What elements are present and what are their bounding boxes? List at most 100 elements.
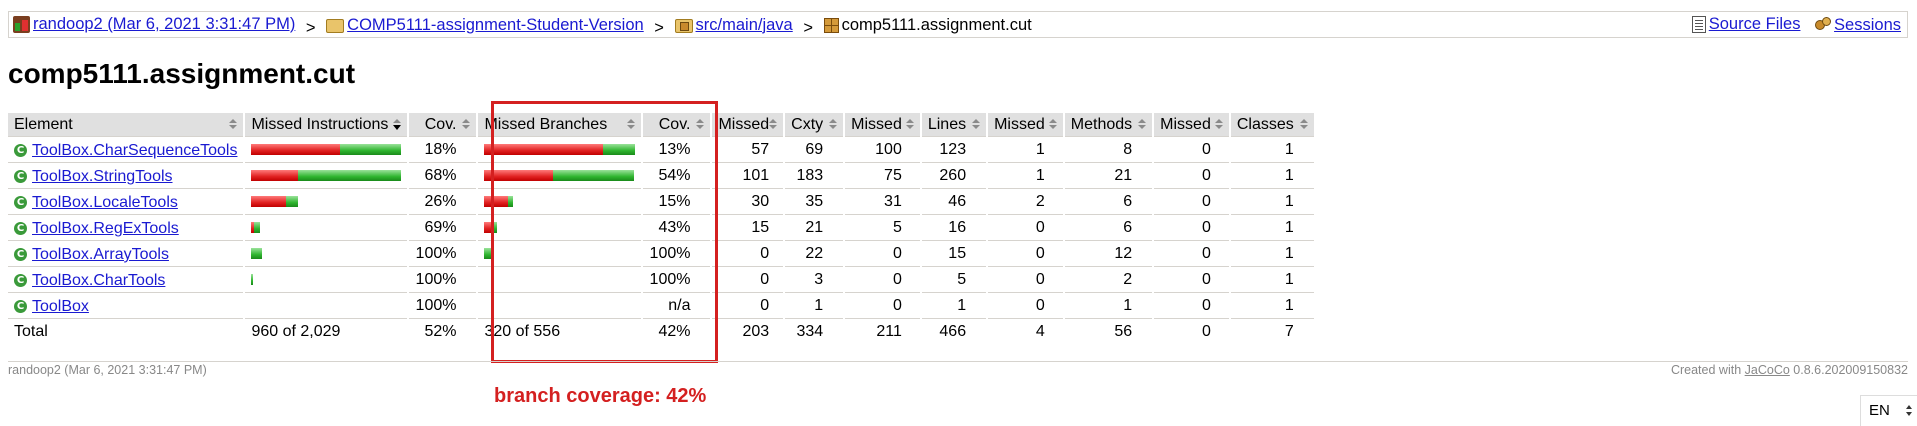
cxty-missed-cell: 0	[710, 240, 785, 267]
element-cell[interactable]: C ToolBox.LocaleTools	[8, 188, 245, 215]
missed-instructions-cell	[243, 214, 409, 241]
col-lines-missed[interactable]: Missed	[843, 113, 921, 137]
branches-coverage-bar	[484, 196, 514, 208]
classes-cell: 1	[1228, 214, 1314, 241]
col-classes-missed[interactable]: Missed	[1152, 113, 1230, 137]
col-methods[interactable]: Methods	[1062, 113, 1154, 137]
instr-cov-cell: 69%	[407, 214, 478, 241]
col-classes[interactable]: Classes	[1228, 113, 1314, 137]
missed-instructions-cell	[243, 162, 409, 189]
source-files-link[interactable]: Source Files	[1709, 12, 1801, 37]
methods-cell: 2	[1062, 266, 1154, 293]
lines-missed-cell: 0	[843, 240, 921, 267]
classes-cell: 1	[1228, 240, 1314, 267]
jacoco-link[interactable]: JaCoCo	[1745, 363, 1790, 377]
breadcrumb-source-folder[interactable]: src/main/java	[674, 13, 793, 38]
classes-missed-cell: 0	[1152, 162, 1230, 189]
lines-missed-cell: 0	[843, 266, 921, 293]
lines-cell: 15	[919, 240, 988, 267]
missed-branches-cell	[476, 188, 643, 215]
col-classes-label: Classes	[1236, 116, 1294, 133]
classes-missed-cell: 0	[1152, 292, 1230, 319]
element-link[interactable]: ToolBox.StringTools	[32, 165, 173, 188]
branches-coverage-bar	[484, 170, 635, 182]
col-classes-missed-label: Missed	[1160, 116, 1211, 133]
missed-bar-segment	[484, 196, 509, 208]
col-lines[interactable]: Lines	[919, 113, 988, 137]
col-missed-branches[interactable]: Missed Branches	[476, 113, 643, 137]
class-icon: C	[14, 222, 27, 235]
element-link[interactable]: ToolBox.RegExTools	[32, 217, 179, 240]
breadcrumb-separator: >	[803, 19, 813, 37]
breadcrumb-source-folder-link[interactable]: src/main/java	[696, 13, 793, 38]
source-files-link-group[interactable]: Source Files	[1691, 12, 1801, 37]
element-link[interactable]: ToolBox.ArrayTools	[32, 243, 169, 266]
classes-missed-cell: 0	[1152, 188, 1230, 215]
missed-instructions-cell	[243, 136, 409, 163]
element-link[interactable]: ToolBox	[32, 295, 89, 318]
branches-coverage-bar	[484, 248, 493, 260]
breadcrumb-project-link[interactable]: COMP5111-assignment-Student-Version	[347, 13, 644, 38]
sort-icon	[1048, 119, 1057, 130]
cxty-cell: 1	[783, 292, 845, 319]
element-link[interactable]: ToolBox.LocaleTools	[32, 191, 178, 214]
lines-cell: 5	[919, 266, 988, 293]
element-cell[interactable]: C ToolBox.ArrayTools	[8, 240, 245, 267]
missed-branches-cell	[476, 162, 643, 189]
branch-cov-cell: 43%	[641, 214, 712, 241]
table-row: C ToolBox 100% n/a 0 1 0 1 0 1 0 1	[8, 292, 1314, 319]
sort-icon	[905, 119, 914, 130]
sort-icon	[769, 119, 778, 130]
breadcrumb-project[interactable]: COMP5111-assignment-Student-Version	[326, 13, 644, 38]
element-cell[interactable]: C ToolBox.StringTools	[8, 162, 245, 189]
sessions-link[interactable]: Sessions	[1834, 13, 1901, 38]
table-row: C ToolBox.CharSequenceTools 18% 13% 57 69 100 1…	[8, 136, 1314, 163]
breadcrumb-session[interactable]: randoop2 (Mar 6, 2021 3:31:47 PM)	[13, 12, 295, 37]
missed-bar-segment	[484, 144, 604, 156]
sort-descending-icon	[393, 119, 402, 130]
element-cell[interactable]: C ToolBox.CharSequenceTools	[8, 136, 245, 163]
lines-cell: 1	[919, 292, 988, 319]
classes-cell: 1	[1228, 266, 1314, 293]
branch-coverage-annotation: branch coverage: 42%	[494, 385, 707, 407]
missed-instructions-cell	[243, 292, 409, 319]
sessions-link-group[interactable]: Sessions	[1815, 13, 1901, 38]
classes-missed-cell: 0	[1152, 266, 1230, 293]
table-row: C ToolBox.LocaleTools 26% 15% 30 35 31 46 2 6 0 1	[8, 188, 1314, 215]
col-lines-label: Lines	[927, 116, 967, 133]
element-cell[interactable]: C ToolBox.RegExTools	[8, 214, 245, 241]
instructions-coverage-bar	[251, 248, 263, 260]
col-missed-branches-label: Missed Branches	[484, 116, 608, 133]
col-methods-missed[interactable]: Missed	[986, 113, 1064, 137]
sort-icon	[1214, 119, 1223, 130]
covered-bar-segment	[254, 222, 261, 234]
covered-bar-segment	[484, 248, 493, 260]
lines-cell: 46	[919, 188, 988, 215]
breadcrumb-session-link[interactable]: randoop2 (Mar 6, 2021 3:31:47 PM)	[33, 12, 295, 37]
methods-missed-cell: 2	[986, 188, 1064, 215]
total-methods: 56	[1062, 318, 1154, 343]
classes-missed-cell: 0	[1152, 136, 1230, 163]
table-row: C ToolBox.StringTools 68% 54% 101 183 75 260 1 21…	[8, 162, 1314, 189]
element-cell[interactable]: C ToolBox	[8, 292, 245, 319]
class-icon: C	[14, 300, 27, 313]
language-selector[interactable]: EN	[1860, 395, 1917, 426]
instr-cov-cell: 100%	[407, 266, 478, 293]
sort-icon	[229, 119, 238, 130]
element-link[interactable]: ToolBox.CharSequenceTools	[32, 139, 237, 162]
sessions-icon	[1815, 17, 1832, 33]
element-link[interactable]: ToolBox.CharTools	[32, 269, 165, 292]
col-cxty[interactable]: Cxty	[783, 113, 845, 137]
missed-branches-cell	[476, 292, 643, 319]
col-branch-cov[interactable]: Cov.	[641, 113, 712, 137]
element-cell[interactable]: C ToolBox.CharTools	[8, 266, 245, 293]
col-cxty-missed-label: Missed	[718, 116, 770, 133]
col-missed-instructions[interactable]: Missed Instructions	[243, 113, 409, 137]
missed-instructions-cell	[243, 266, 409, 293]
lines-missed-cell: 75	[843, 162, 921, 189]
col-instr-cov[interactable]: Cov.	[407, 113, 478, 137]
package-folder-icon	[674, 19, 693, 33]
missed-instructions-cell	[243, 240, 409, 267]
col-cxty-missed[interactable]: Missed	[710, 113, 785, 137]
col-element[interactable]: Element	[8, 113, 245, 137]
